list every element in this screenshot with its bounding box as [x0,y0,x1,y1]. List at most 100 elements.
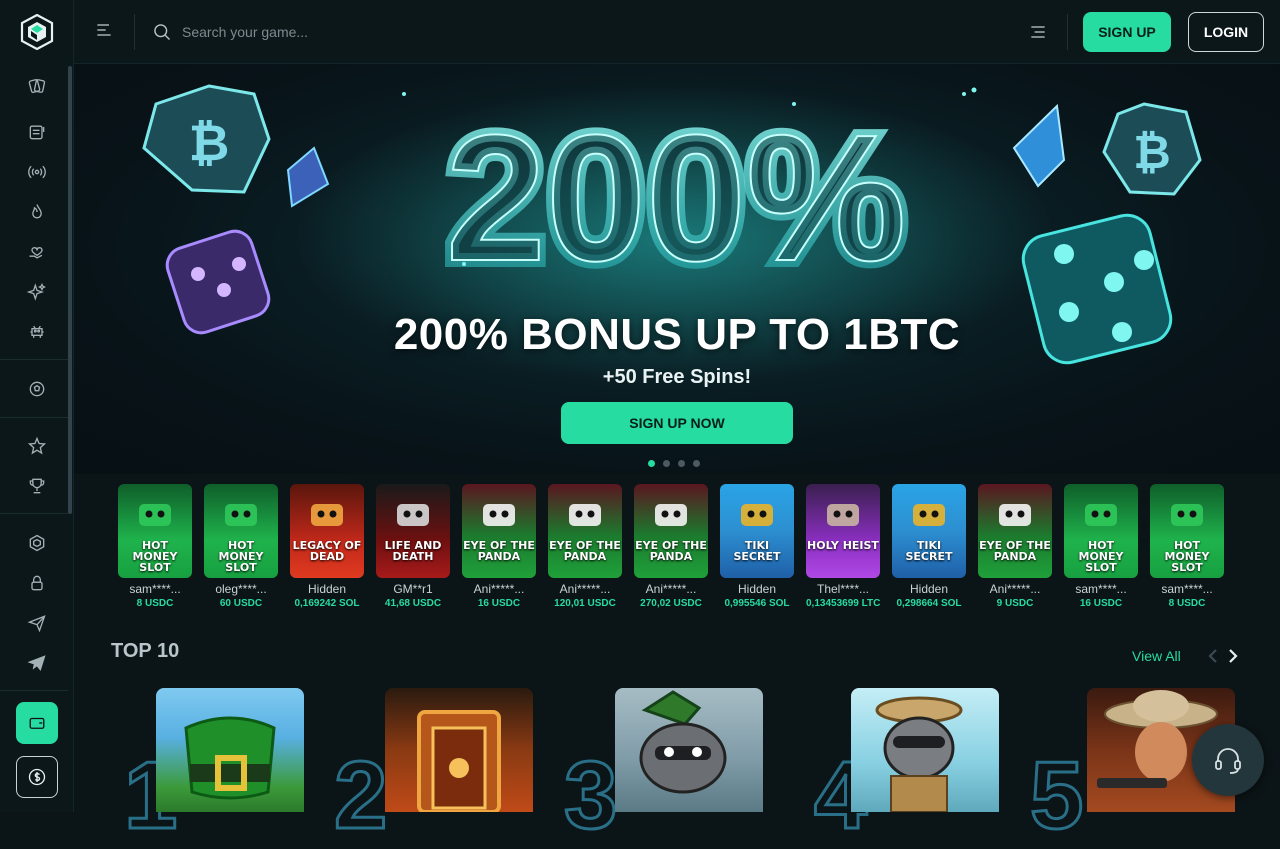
game-name: EYE OF THE PANDA [635,539,707,563]
winner-name: sam****... [1161,582,1213,596]
sidebar-item-telegram-channel[interactable] [22,648,52,678]
recent-win-card[interactable]: HOLY HEIST Thel****... 0,13453699 LTC [806,484,882,609]
pharaoh-sarcophagus-art [417,710,501,812]
winner-name: Thel****... [816,582,870,596]
recent-win-card[interactable]: HOT MONEY SLOT sam****... 8 USDC [118,484,194,609]
search-icon[interactable] [152,22,172,42]
game-name: HOT MONEY SLOT [1078,539,1124,574]
wallet-button[interactable] [16,702,58,744]
game-thumbnail[interactable]: LIFE AND DEATH [376,484,450,578]
recent-win-card[interactable]: HOT MONEY SLOT sam****... 16 USDC [1064,484,1140,609]
game-thumbnail[interactable]: LEGACY OF DEAD [290,484,364,578]
recent-win-card[interactable]: HOT MONEY SLOT oleg****... 60 USDC [204,484,280,609]
game-thumbnail[interactable]: EYE OF THE PANDA [634,484,708,578]
chevron-left-icon [1208,649,1217,663]
recent-win-card[interactable]: TIKI SECRET Hidden 0,995546 SOL [720,484,796,609]
cards-icon [28,78,46,94]
space-invader-icon [30,325,44,338]
sidebar [0,0,74,812]
carousel-dot[interactable] [663,460,670,467]
game-thumbnail[interactable]: TIKI SECRET [720,484,794,578]
winner-name: Hidden [307,582,347,596]
top-game-card[interactable] [851,688,999,812]
top10-title: TOP 10 [111,640,180,662]
currency-button[interactable] [16,756,58,798]
sidebar-divider [0,513,68,514]
recent-win-card[interactable]: EYE OF THE PANDA Ani*****... 16 USDC [462,484,538,609]
view-all-link[interactable]: View All [1132,648,1181,664]
carousel-dot[interactable] [648,460,655,467]
top-game-card[interactable] [615,688,763,812]
recent-win-card[interactable]: TIKI SECRET Hidden 0,298664 SOL [892,484,968,609]
top-game-card[interactable] [385,688,533,812]
sidebar-item-new[interactable] [22,277,52,307]
sidebar-item-security[interactable] [22,568,52,598]
top-game-card[interactable] [156,688,304,812]
sidebar-scrollbar[interactable] [68,66,72,514]
winner-name: oleg****... [215,582,267,596]
game-thumbnail[interactable]: HOT MONEY SLOT [204,484,278,578]
sidebar-divider [0,690,68,691]
rank-number: 2 [332,742,388,849]
recent-win-card[interactable]: EYE OF THE PANDA Ani*****... 120,01 USDC [548,484,624,609]
game-art-icon [311,504,343,526]
sidebar-item-tournaments[interactable] [22,471,52,501]
recent-win-card[interactable]: LEGACY OF DEAD Hidden 0,169242 SOL [290,484,366,609]
sidebar-item-slots[interactable] [22,117,52,147]
game-thumbnail[interactable]: TIKI SECRET [892,484,966,578]
search-input[interactable] [182,18,542,46]
leprechaun-hat-art [184,716,276,800]
win-amount: 270,02 USDC [640,598,702,609]
game-thumbnail[interactable]: HOT MONEY SLOT [118,484,192,578]
recent-win-card[interactable]: HOT MONEY SLOT sam****... 8 USDC [1150,484,1226,609]
menu-toggle-button[interactable] [94,20,118,44]
game-name: EYE OF THE PANDA [979,539,1051,563]
sidebar-item-favorites[interactable] [22,431,52,461]
telegram-icon [27,655,46,672]
game-thumbnail[interactable]: HOT MONEY SLOT [1064,484,1138,578]
sidebar-item-live[interactable] [22,157,52,187]
game-thumbnail[interactable]: EYE OF THE PANDA [462,484,536,578]
right-menu-button[interactable] [1028,22,1048,42]
carousel-prev-button[interactable] [1205,647,1221,665]
winner-name: sam****... [129,582,181,596]
game-art-icon [139,504,171,526]
rank-number: 3 [562,742,618,849]
sidebar-item-hot[interactable] [22,197,52,227]
carousel-dot[interactable] [693,460,700,467]
game-thumbnail[interactable]: HOT MONEY SLOT [1150,484,1224,578]
carousel-next-button[interactable] [1225,647,1241,665]
recent-win-card[interactable]: LIFE AND DEATH GM**r1 41,68 USDC [376,484,452,609]
sidebar-divider [0,417,68,418]
sign-up-button[interactable]: SIGN UP [1083,12,1171,52]
svg-text:200%: 200% [446,98,906,299]
win-amount: 120,01 USDC [554,598,616,609]
sidebar-item-favorites-hands[interactable] [22,237,52,267]
raccoon-explorer-art [875,696,963,812]
sidebar-item-telegram[interactable] [22,608,52,638]
sidebar-item-provably-fair[interactable] [22,528,52,558]
game-art-icon [655,504,687,526]
promo-banner[interactable]: 200% 200% ₿ ₿ 200% BONUS UP TO 1BTC +50 … [74,64,1280,474]
sidebar-item-casino[interactable] [22,71,52,101]
game-thumbnail[interactable]: EYE OF THE PANDA [548,484,622,578]
sign-up-now-button[interactable]: SIGN UP NOW [561,402,793,444]
win-amount: 60 USDC [219,598,263,609]
game-thumbnail[interactable]: HOLY HEIST [806,484,880,578]
carousel-dot[interactable] [678,460,685,467]
support-chat-button[interactable] [1192,724,1264,796]
game-thumbnail[interactable]: EYE OF THE PANDA [978,484,1052,578]
game-art-icon [741,504,773,526]
recent-win-card[interactable]: EYE OF THE PANDA Ani*****... 270,02 USDC [634,484,710,609]
recent-win-card[interactable]: EYE OF THE PANDA Ani*****... 9 USDC [978,484,1054,609]
login-button[interactable]: LOGIN [1188,12,1264,52]
soccer-ball-icon [29,381,45,397]
slot-machine-icon [29,125,45,140]
sidebar-item-sports[interactable] [22,374,52,404]
sidebar-divider [0,359,68,360]
game-name: HOLY HEIST [807,539,879,552]
site-logo[interactable] [20,14,54,50]
win-amount: 0,995546 SOL [724,598,790,609]
sidebar-item-arcade[interactable] [22,317,52,347]
game-art-icon [397,504,429,526]
